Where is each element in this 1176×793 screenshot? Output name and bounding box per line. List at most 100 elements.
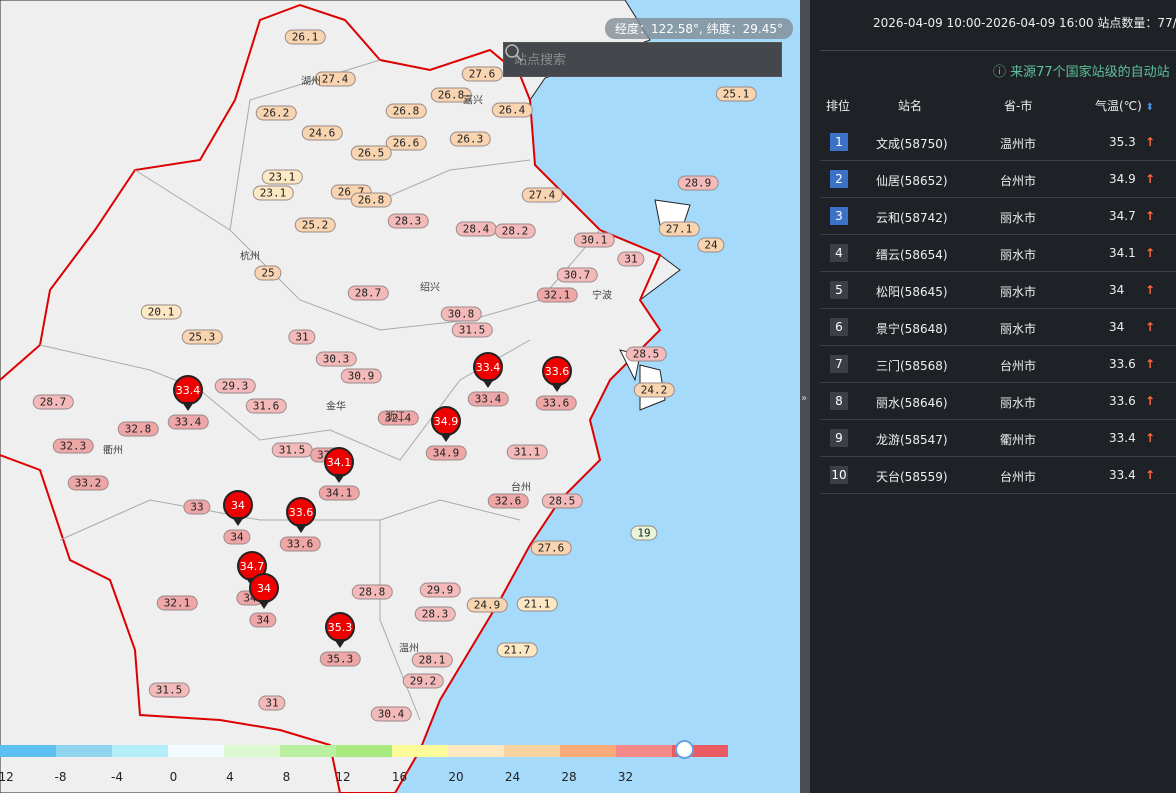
station-temp-label[interactable]: 30.7 <box>556 267 598 283</box>
station-temp-label[interactable]: 24.9 <box>466 597 508 613</box>
map[interactable]: 26.1 27.4 27.6 26.8 26.4 26.2 26.8 24.6 26.6 26.3… <box>0 0 800 793</box>
ranking-row[interactable]: 8 丽水(58646) 丽水市 33.6 ↑ <box>820 383 1176 420</box>
station-temp-label[interactable]: 28.7 <box>347 285 389 301</box>
station-temp-label[interactable]: 31.6 <box>245 398 287 414</box>
station-temp-label[interactable]: 25 <box>254 265 282 281</box>
station-temp-label[interactable]: 31 <box>288 329 316 345</box>
station-temp-label[interactable]: 32.1 <box>156 595 198 611</box>
top-station-pin[interactable]: 33.6 <box>542 356 572 392</box>
station-temp-label[interactable]: 26.2 <box>255 105 297 121</box>
station-temp-label[interactable]: 33 <box>183 499 211 515</box>
top-station-pin[interactable]: 35.3 <box>325 612 355 648</box>
station-temp-label[interactable]: 21.1 <box>516 596 558 612</box>
ranking-row[interactable]: 5 松阳(58645) 丽水市 34 ↑ <box>820 272 1176 309</box>
station-temp-label[interactable]: 28.5 <box>541 493 583 509</box>
station-temp-label[interactable]: 19 <box>630 525 658 541</box>
station-temp-label[interactable]: 26.3 <box>449 131 491 147</box>
station-temp-label[interactable]: 26.4 <box>491 102 533 118</box>
station-temp-label[interactable]: 31.5 <box>148 682 190 698</box>
station-temp-label[interactable]: 34.1 <box>318 485 360 501</box>
station-temp-label[interactable]: 28.9 <box>677 175 719 191</box>
station-temp-label[interactable]: 28.8 <box>351 584 393 600</box>
top-station-pin[interactable]: 33.6 <box>286 497 316 533</box>
station-temp-label[interactable]: 25.3 <box>181 329 223 345</box>
station-temp-label[interactable]: 33.6 <box>535 395 577 411</box>
station-temp-label[interactable]: 29.3 <box>214 378 256 394</box>
station-temp-label[interactable]: 27.6 <box>530 540 572 556</box>
station-temp-label[interactable]: 30.3 <box>315 351 357 367</box>
station-temp-label[interactable]: 25.2 <box>294 217 336 233</box>
station-temp-label[interactable]: 24 <box>697 237 725 253</box>
station-temp-label[interactable]: 34.9 <box>425 445 467 461</box>
station-temp-label[interactable]: 34 <box>249 612 277 628</box>
ranking-row[interactable]: 1 文成(58750) 温州市 35.3 ↑ <box>820 124 1176 161</box>
station-temp-label[interactable]: 31 <box>617 251 645 267</box>
ranking-row[interactable]: 10 天台(58559) 台州市 33.4 ↑ <box>820 457 1176 494</box>
station-temp-label[interactable]: 28.2 <box>494 223 536 239</box>
top-station-pin[interactable]: 34.1 <box>324 447 354 483</box>
station-temp-label[interactable]: 26.1 <box>284 29 326 45</box>
ranking-row[interactable]: 3 云和(58742) 丽水市 34.7 ↑ <box>820 198 1176 235</box>
station-temp-label[interactable]: 27.6 <box>461 66 503 82</box>
station-temp-label[interactable]: 21.7 <box>496 642 538 658</box>
ranking-row[interactable]: 4 缙云(58654) 丽水市 34.1 ↑ <box>820 235 1176 272</box>
station-temp-label[interactable]: 33.6 <box>279 536 321 552</box>
ranking-row[interactable]: 9 龙游(58547) 衢州市 33.4 ↑ <box>820 420 1176 457</box>
station-temp-label[interactable]: 29.2 <box>402 673 444 689</box>
search-icon[interactable] <box>504 43 524 63</box>
station-temp-label[interactable]: 29.9 <box>419 582 461 598</box>
station-temp-label[interactable]: 34 <box>223 529 251 545</box>
top-station-pin[interactable]: 34 <box>249 573 279 609</box>
top-station-pin[interactable]: 34 <box>223 490 253 526</box>
station-temp-label[interactable]: 28.4 <box>455 221 497 237</box>
station-temp-label[interactable]: 24.6 <box>301 125 343 141</box>
station-temp-label[interactable]: 26.8 <box>385 103 427 119</box>
station-temp-label[interactable]: 28.1 <box>411 652 453 668</box>
station-temp-label[interactable]: 30.9 <box>340 368 382 384</box>
column-temperature-sort[interactable]: 气温(℃) ⬍ <box>1095 97 1154 114</box>
coordinate-readout: 经度：122.58°, 纬度：29.45° <box>605 18 793 39</box>
panel-collapse-handle[interactable]: » <box>800 0 810 793</box>
station-temp-label[interactable]: 32.1 <box>536 287 578 303</box>
station-temp-label[interactable]: 31.1 <box>506 444 548 460</box>
station-temp-label[interactable]: 30.4 <box>370 706 412 722</box>
station-temp-label[interactable]: 33.4 <box>167 414 209 430</box>
top-station-pin[interactable]: 34.9 <box>431 406 461 442</box>
station-temp-label[interactable]: 32.6 <box>487 493 529 509</box>
station-temp-label[interactable]: 26.5 <box>350 145 392 161</box>
station-temp-label[interactable]: 32.8 <box>117 421 159 437</box>
station-temp-label[interactable]: 28.7 <box>32 394 74 410</box>
ranking-row[interactable]: 7 三门(58568) 台州市 33.6 ↑ <box>820 346 1176 383</box>
legend-slider-handle[interactable] <box>675 740 694 759</box>
station-temp-label[interactable]: 30.8 <box>440 306 482 322</box>
station-temp-label[interactable]: 31.5 <box>451 322 493 338</box>
station-temp-label[interactable]: 24.2 <box>633 382 675 398</box>
station-temp-label[interactable]: 33.4 <box>467 391 509 407</box>
station-temp-label[interactable]: 26.8 <box>350 192 392 208</box>
station-temp-label[interactable]: 35.3 <box>319 651 361 667</box>
top-station-pin[interactable]: 33.4 <box>173 375 203 411</box>
station-temp-label[interactable]: 27.1 <box>658 221 700 237</box>
station-temp-label[interactable]: 20.1 <box>140 304 182 320</box>
station-temp-label[interactable]: 23.1 <box>261 169 303 185</box>
station-temp-label[interactable]: 32.3 <box>52 438 94 454</box>
station-temp-label[interactable]: 28.3 <box>414 606 456 622</box>
station-temp-label[interactable]: 28.5 <box>625 346 667 362</box>
sort-icon[interactable]: ⬍ <box>1146 102 1154 113</box>
station-temp-label[interactable]: 25.1 <box>715 86 757 102</box>
station-temp-label[interactable]: 30.1 <box>573 232 615 248</box>
ranking-row[interactable]: 6 景宁(58648) 丽水市 34 ↑ <box>820 309 1176 346</box>
legend-tick: 4 <box>226 770 234 784</box>
top-station-pin[interactable]: 33.4 <box>473 352 503 388</box>
station-temp-label[interactable]: 33.2 <box>67 475 109 491</box>
station-temp-label[interactable]: 31.5 <box>271 442 313 458</box>
station-search-input[interactable] <box>514 52 771 67</box>
station-temp-label[interactable]: 31 <box>258 695 286 711</box>
station-temp-label[interactable]: 23.1 <box>252 185 294 201</box>
collapse-arrow-icon[interactable]: » <box>801 393 807 404</box>
station-temp-label[interactable]: 28.3 <box>387 213 429 229</box>
station-temp-label[interactable]: 26.6 <box>385 135 427 151</box>
station-temp-label[interactable]: 27.4 <box>521 187 563 203</box>
station-search[interactable] <box>503 42 782 77</box>
ranking-row[interactable]: 2 仙居(58652) 台州市 34.9 ↑ <box>820 161 1176 198</box>
